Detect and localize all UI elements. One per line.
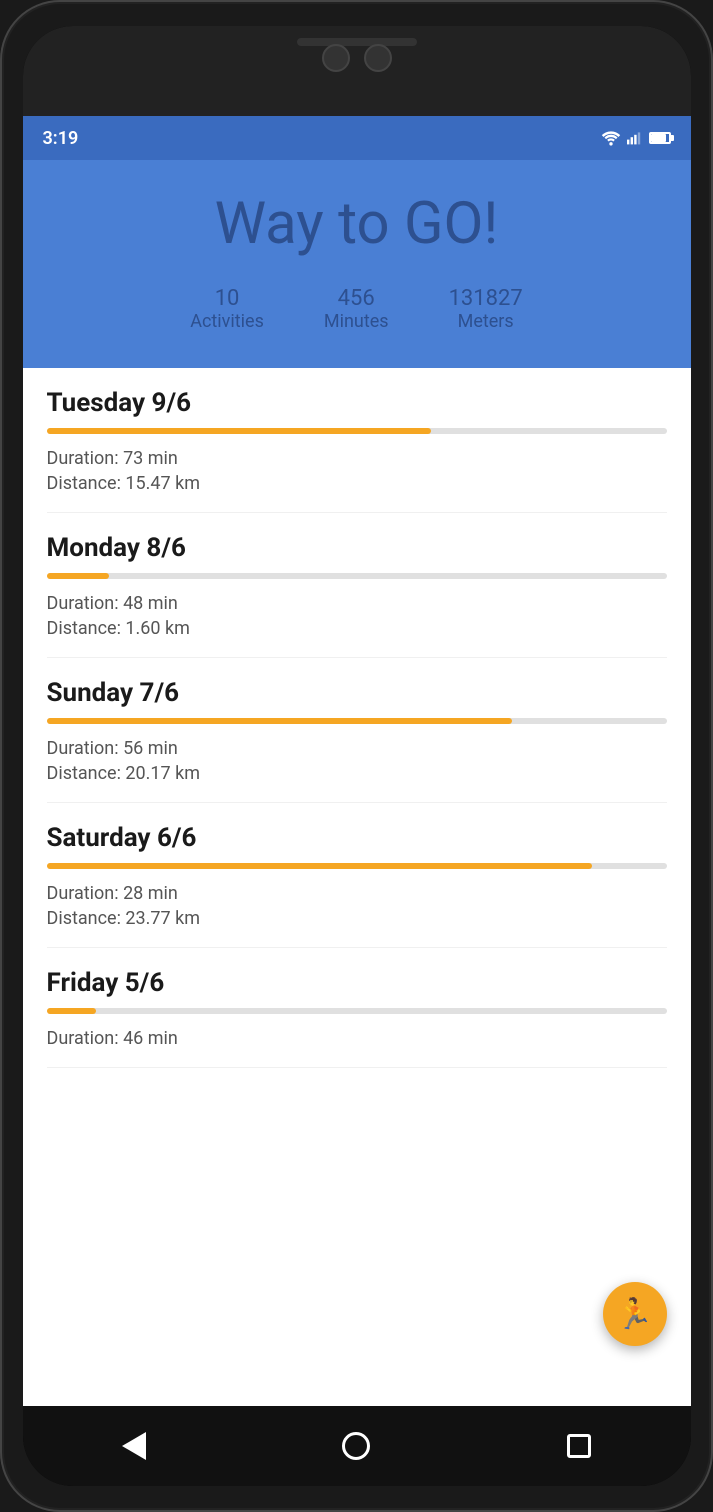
- activity-distance: Distance: 20.17 km: [47, 763, 667, 784]
- progress-bar-fill: [47, 428, 431, 434]
- notch-area: [23, 26, 691, 116]
- activity-details: Duration: 56 min Distance: 20.17 km: [47, 738, 667, 784]
- activity-item[interactable]: Friday 5/6 Duration: 46 min: [47, 948, 667, 1068]
- nav-back-button[interactable]: [114, 1426, 154, 1466]
- stat-activities: 10 Activities: [190, 286, 264, 332]
- hero-title: Way to GO!: [215, 190, 499, 258]
- activity-details: Duration: 48 min Distance: 1.60 km: [47, 593, 667, 639]
- phone-frame: 3:19: [0, 0, 713, 1512]
- add-activity-fab[interactable]: 🏃: [603, 1282, 667, 1346]
- stat-minutes-value: 456: [338, 286, 375, 311]
- progress-bar-fill: [47, 863, 593, 869]
- activity-details: Duration: 28 min Distance: 23.77 km: [47, 883, 667, 929]
- stat-activities-label: Activities: [190, 311, 264, 332]
- progress-bar-container: [47, 863, 667, 869]
- wifi-icon: [601, 130, 621, 146]
- progress-bar-fill: [47, 573, 109, 579]
- activity-duration: Duration: 48 min: [47, 593, 667, 614]
- activity-duration: Duration: 56 min: [47, 738, 667, 759]
- nav-home-button[interactable]: [336, 1426, 376, 1466]
- bottom-nav: [23, 1406, 691, 1486]
- activity-details: Duration: 46 min: [47, 1028, 667, 1049]
- activity-day: Tuesday 9/6: [47, 388, 667, 418]
- status-bar: 3:19: [23, 116, 691, 160]
- battery-icon: [649, 132, 671, 144]
- status-time: 3:19: [43, 128, 79, 149]
- activity-distance: Distance: 15.47 km: [47, 473, 667, 494]
- activity-day: Sunday 7/6: [47, 678, 667, 708]
- recent-icon: [567, 1434, 591, 1458]
- camera-left: [322, 44, 350, 72]
- progress-bar-fill: [47, 718, 512, 724]
- stat-meters-label: Meters: [458, 311, 514, 332]
- activity-day: Monday 8/6: [47, 533, 667, 563]
- signal-icon: [627, 130, 643, 146]
- activity-list: Tuesday 9/6 Duration: 73 min Distance: 1…: [23, 368, 691, 1068]
- screen: 3:19: [23, 26, 691, 1486]
- stat-minutes-label: Minutes: [324, 311, 389, 332]
- camera-group: [322, 44, 392, 72]
- stat-minutes: 456 Minutes: [324, 286, 389, 332]
- content-area: Tuesday 9/6 Duration: 73 min Distance: 1…: [23, 368, 691, 1406]
- progress-bar-container: [47, 1008, 667, 1014]
- hero-stats: 10 Activities 456 Minutes 131827 Meters: [190, 286, 523, 332]
- activity-distance: Distance: 1.60 km: [47, 618, 667, 639]
- activity-duration: Duration: 73 min: [47, 448, 667, 469]
- stat-activities-value: 10: [215, 286, 240, 311]
- progress-bar-container: [47, 428, 667, 434]
- activity-duration: Duration: 28 min: [47, 883, 667, 904]
- progress-bar-container: [47, 573, 667, 579]
- activity-details: Duration: 73 min Distance: 15.47 km: [47, 448, 667, 494]
- activity-duration: Duration: 46 min: [47, 1028, 667, 1049]
- home-icon: [342, 1432, 370, 1460]
- stat-meters-value: 131827: [449, 286, 523, 311]
- status-icons: [601, 130, 671, 146]
- nav-recent-button[interactable]: [559, 1426, 599, 1466]
- activity-item[interactable]: Monday 8/6 Duration: 48 min Distance: 1.…: [47, 513, 667, 658]
- activity-item[interactable]: Tuesday 9/6 Duration: 73 min Distance: 1…: [47, 368, 667, 513]
- phone-inner: 3:19: [23, 26, 691, 1486]
- activity-distance: Distance: 23.77 km: [47, 908, 667, 929]
- back-icon: [122, 1432, 146, 1460]
- activity-item[interactable]: Saturday 6/6 Duration: 28 min Distance: …: [47, 803, 667, 948]
- progress-bar-fill: [47, 1008, 97, 1014]
- activity-item[interactable]: Sunday 7/6 Duration: 56 min Distance: 20…: [47, 658, 667, 803]
- activity-day: Saturday 6/6: [47, 823, 667, 853]
- camera-right: [364, 44, 392, 72]
- progress-bar-container: [47, 718, 667, 724]
- hero-section: Way to GO! 10 Activities 456 Minutes 131…: [23, 160, 691, 368]
- activity-day: Friday 5/6: [47, 968, 667, 998]
- stat-meters: 131827 Meters: [449, 286, 523, 332]
- runner-icon: 🏃: [616, 1297, 653, 1332]
